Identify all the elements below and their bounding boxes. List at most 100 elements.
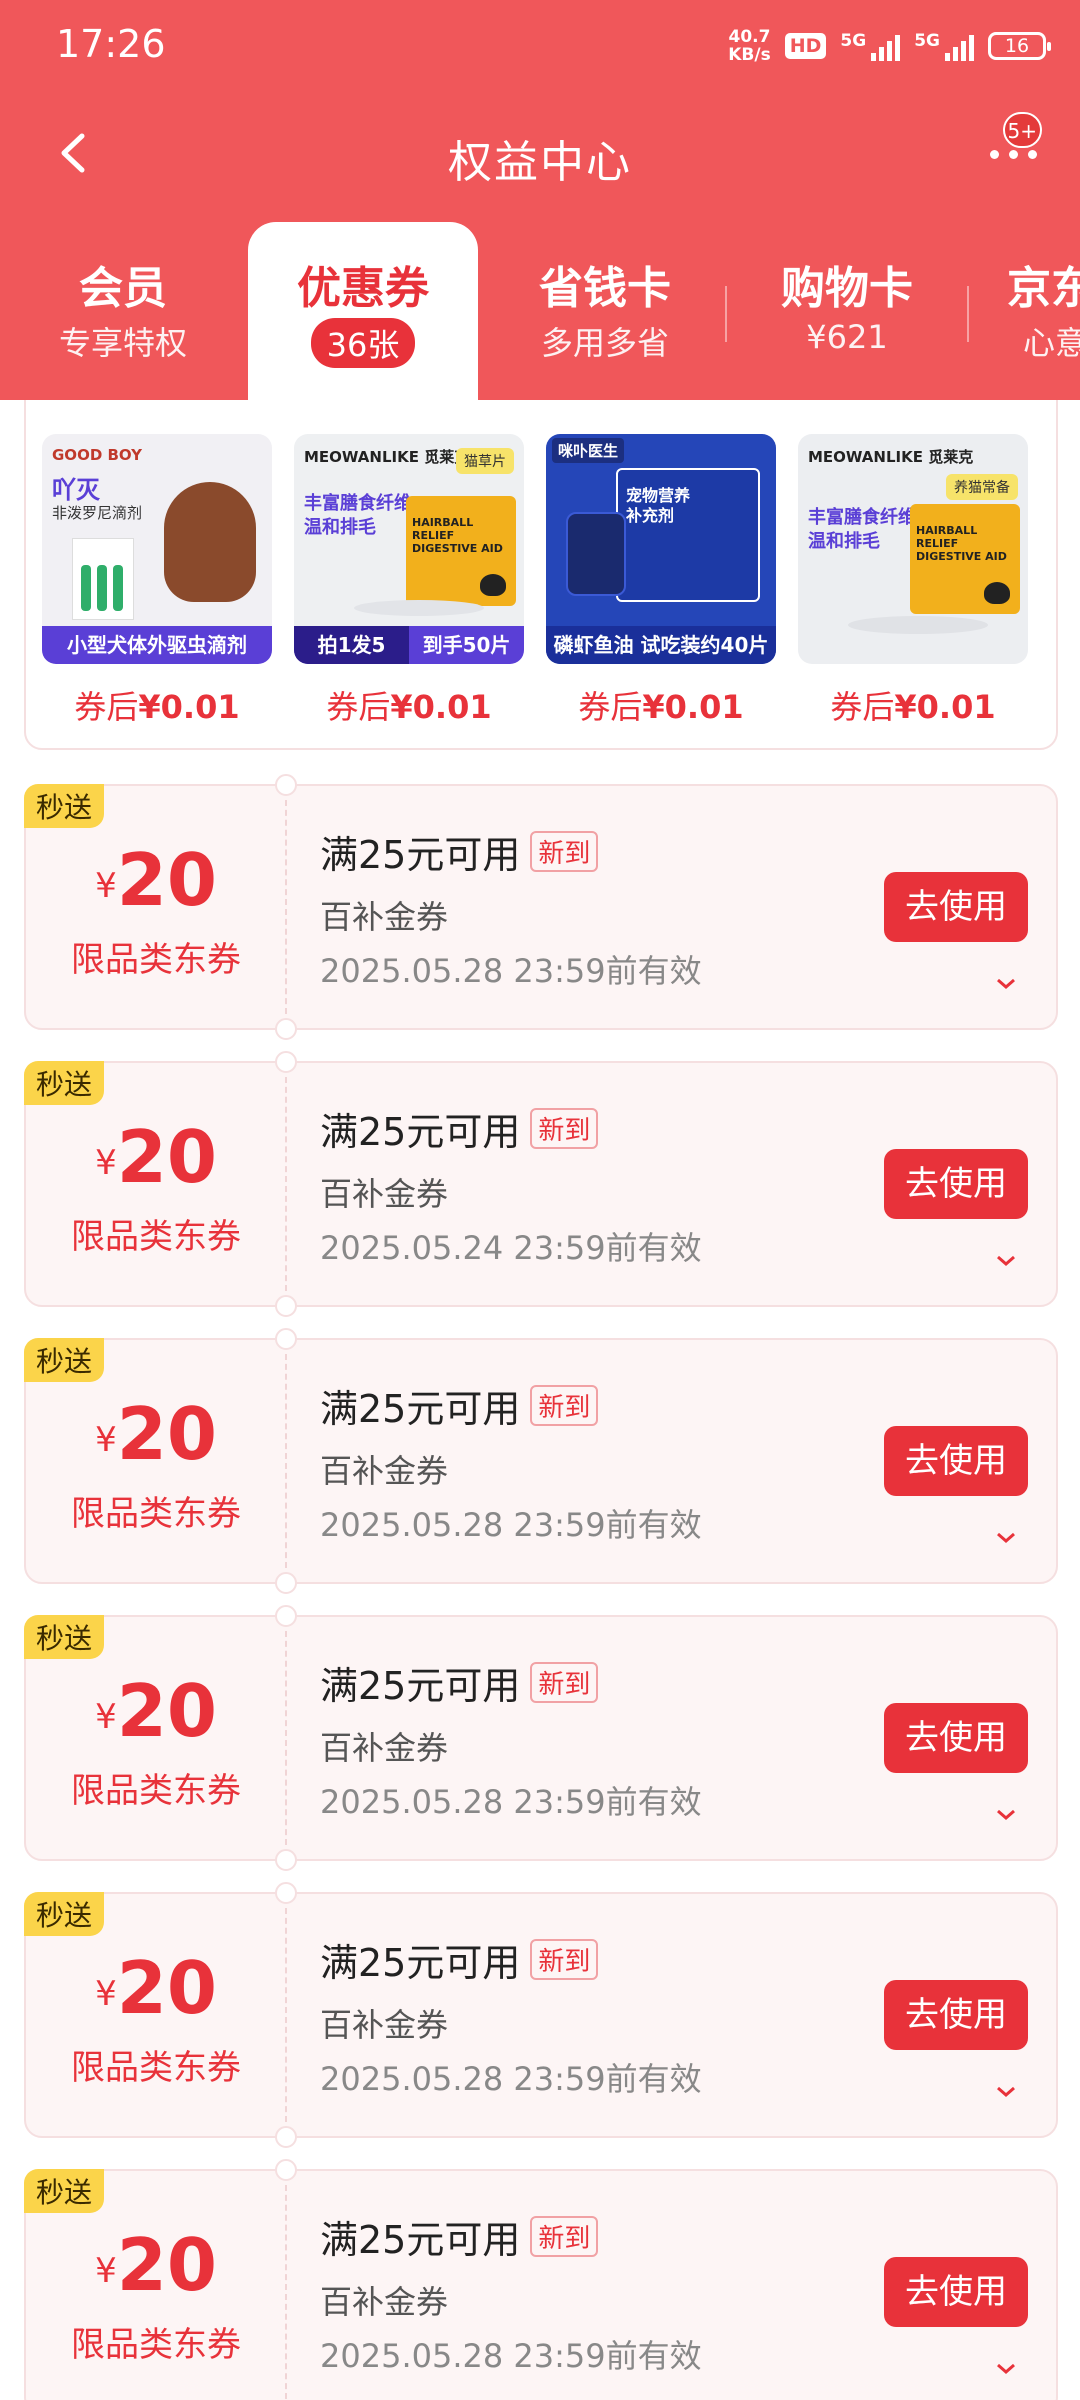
- product-box-text: HAIRBALL RELIEF DIGESTIVE AID: [412, 516, 503, 555]
- use-coupon-button[interactable]: 去使用: [884, 1149, 1028, 1219]
- coupon-notch: [275, 1849, 297, 1871]
- new-badge: 新到: [530, 1385, 599, 1426]
- coupon-type: 限品类东券: [71, 1217, 241, 1257]
- product-price: 券后¥0.01: [798, 682, 1028, 728]
- condition-text: 满25元可用: [320, 1387, 521, 1431]
- product-headline: 丰富膳食纤维 温和排毛: [808, 506, 916, 554]
- price-value: ¥0.01: [894, 688, 996, 726]
- signal-icon-2: 5G: [914, 31, 974, 61]
- product-brand: MEOWANLIKE 觅莱克: [304, 448, 470, 466]
- dog-image: [164, 482, 256, 602]
- coupon-name: 百补金券: [320, 898, 449, 936]
- coupon-type: 限品类东券: [71, 940, 241, 980]
- coupon-notch: [275, 1882, 297, 1904]
- coupon-card: 秒送 ¥20 限品类东券 满25元可用 新到 百补金券 2025.05.28 23…: [24, 774, 1058, 1040]
- chevron-down-icon[interactable]: [994, 1803, 1018, 1827]
- coupon-condition: 满25元可用 新到: [320, 1655, 599, 1710]
- product-image: MEOWANLIKE 觅莱克 猫草片 丰富膳食纤维 温和排毛 HAIRBALL …: [294, 434, 524, 664]
- coupon-validity: 2025.05.28 23:59前有效: [320, 952, 702, 990]
- pedestal: [354, 600, 484, 616]
- content-area: GOOD BOY 吖灭 非泼罗尼滴剂 小型犬体外驱虫滴剂 券后¥0.01 MEO…: [0, 400, 1080, 2400]
- tab-bar: 会员 专享特权 优惠券 36张 省钱卡 多用多省 购物卡 ¥621 京东 心意: [0, 222, 1080, 400]
- coupon-validity: 2025.05.28 23:59前有效: [320, 2060, 702, 2098]
- coupon-notch: [275, 774, 297, 796]
- product-item[interactable]: 咪卟医生 宠物营养 补充剂 磷虾鱼油 试吃装约40片 券后¥0.01: [546, 434, 776, 728]
- price-prefix: 券后: [326, 688, 391, 726]
- use-coupon-button[interactable]: 去使用: [884, 1980, 1028, 2050]
- tab-subtitle: 多用多省: [540, 324, 669, 362]
- new-badge: 新到: [530, 1662, 599, 1703]
- condition-text: 满25元可用: [320, 1110, 521, 1154]
- coupon-notch: [275, 1018, 297, 1040]
- use-coupon-button[interactable]: 去使用: [884, 1426, 1028, 1496]
- coupon-condition: 满25元可用 新到: [320, 1101, 599, 1156]
- coupon-amount: ¥20: [26, 1946, 286, 2030]
- condition-text: 满25元可用: [320, 1941, 521, 1985]
- coupon-validity: 2025.05.28 23:59前有效: [320, 1506, 702, 1544]
- chevron-down-icon[interactable]: [994, 972, 1018, 996]
- coupon-amount: ¥20: [26, 1115, 286, 1199]
- tab-jd-gift[interactable]: 京东 心意: [995, 222, 1080, 400]
- chevron-down-icon[interactable]: [994, 2080, 1018, 2104]
- product-pack: [72, 538, 134, 620]
- tab-savings-card[interactable]: 省钱卡 多用多省: [490, 222, 720, 400]
- tab-subtitle: 专享特权: [58, 324, 187, 362]
- tab-title: 京东: [1007, 263, 1080, 314]
- band-right: 到手50片: [422, 633, 511, 657]
- coupon-condition: 满25元可用 新到: [320, 1378, 599, 1433]
- flash-delivery-tag: 秒送: [24, 784, 105, 828]
- product-price: 券后¥0.01: [546, 682, 776, 728]
- coupon-validity: 2025.05.24 23:59前有效: [320, 1229, 702, 1267]
- chevron-down-icon[interactable]: [994, 2357, 1018, 2381]
- chevron-down-icon[interactable]: [994, 1249, 1018, 1273]
- tab-shopping-card[interactable]: 购物卡 ¥621: [732, 222, 962, 400]
- tab-title: 会员: [79, 263, 167, 314]
- tab-divider: [725, 286, 727, 342]
- signal-icon-1: 5G: [840, 31, 901, 61]
- use-coupon-button[interactable]: 去使用: [884, 872, 1028, 942]
- product-item[interactable]: MEOWANLIKE 觅莱克 猫草片 丰富膳食纤维 温和排毛 HAIRBALL …: [294, 434, 524, 728]
- tab-coupons[interactable]: 优惠券 36张: [248, 222, 478, 400]
- condition-text: 满25元可用: [320, 2218, 521, 2262]
- product-bottle: [566, 512, 626, 596]
- coupon-validity: 2025.05.28 23:59前有效: [320, 1783, 702, 1821]
- signal-label-2: 5G: [914, 31, 940, 51]
- coupon-amount: ¥20: [26, 2223, 286, 2307]
- currency-symbol: ¥: [95, 1697, 117, 1737]
- product-brand: 咪卟医生: [552, 438, 625, 463]
- product-line2: 温和排毛: [808, 531, 880, 552]
- coupon-amount: ¥20: [26, 1392, 286, 1476]
- product-image: GOOD BOY 吖灭 非泼罗尼滴剂 小型犬体外驱虫滴剂: [42, 434, 272, 664]
- condition-text: 满25元可用: [320, 833, 521, 877]
- product-line2: 温和排毛: [304, 517, 376, 538]
- use-coupon-button[interactable]: 去使用: [884, 2257, 1028, 2327]
- coupon-type: 限品类东券: [71, 2325, 241, 2365]
- use-coupon-button[interactable]: 去使用: [884, 1703, 1028, 1773]
- product-box: HAIRBALL RELIEF DIGESTIVE AID: [406, 496, 516, 606]
- battery-icon: 16: [988, 32, 1051, 60]
- product-box-text: HAIRBALL RELIEF DIGESTIVE AID: [916, 524, 1007, 563]
- product-band: 小型犬体外驱虫滴剂: [42, 626, 272, 664]
- flash-delivery-tag: 秒送: [24, 1615, 105, 1659]
- coupon-notch: [275, 1051, 297, 1073]
- tab-subtitle: ¥621: [806, 318, 888, 356]
- network-speed-value: 40.7: [728, 27, 771, 47]
- product-tag: 养猫常备: [946, 474, 1018, 500]
- network-speed: 40.7 KB/s: [728, 28, 770, 64]
- condition-text: 满25元可用: [320, 1664, 521, 1708]
- tab-member[interactable]: 会员 专享特权: [8, 222, 238, 400]
- chevron-down-icon[interactable]: [994, 1526, 1018, 1550]
- product-price: 券后¥0.01: [294, 682, 524, 728]
- price-value: ¥0.01: [138, 688, 240, 726]
- status-bar: 17:26 40.7 KB/s HD 5G 5G 16: [0, 0, 1080, 100]
- product-image: 咪卟医生 宠物营养 补充剂 磷虾鱼油 试吃装约40片: [546, 434, 776, 664]
- product-item[interactable]: GOOD BOY 吖灭 非泼罗尼滴剂 小型犬体外驱虫滴剂 券后¥0.01: [42, 434, 272, 728]
- product-brand: GOOD BOY: [52, 446, 142, 464]
- product-box: HAIRBALL RELIEF DIGESTIVE AID: [910, 504, 1020, 614]
- product-item[interactable]: MEOWANLIKE 觅莱克 养猫常备 丰富膳食纤维 温和排毛 HAIRBALL…: [798, 434, 1028, 728]
- new-badge: 新到: [530, 831, 599, 872]
- coupon-card: 秒送 ¥20 限品类东券 满25元可用 新到 百补金券 2025.05.24 23…: [24, 1051, 1058, 1317]
- product-brand: MEOWANLIKE 觅莱克: [808, 448, 974, 466]
- coupon-condition: 满25元可用 新到: [320, 1932, 599, 1987]
- amount-value: 20: [116, 838, 217, 922]
